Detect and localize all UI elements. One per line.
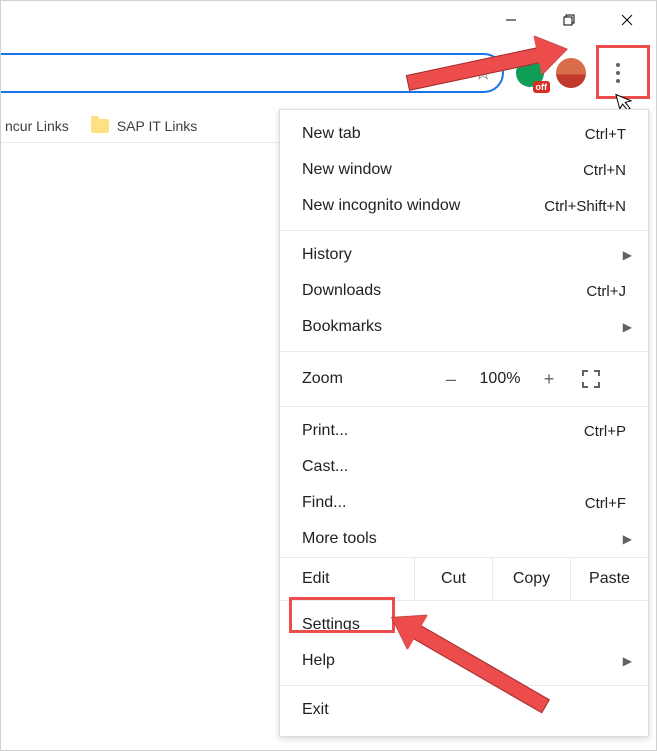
chevron-right-icon: ▶ [623,532,632,546]
bookmark-star-icon[interactable]: ☆ [474,61,492,86]
zoom-value: 100% [470,370,530,388]
edit-cut-button[interactable]: Cut [414,558,492,600]
menu-edit-row: Edit Cut Copy Paste [280,557,648,601]
menu-settings[interactable]: Settings [280,607,648,643]
menu-separator [280,351,648,352]
extension-badge: off [533,81,551,93]
menu-incognito[interactable]: New incognito window Ctrl+Shift+N [280,188,648,224]
address-bar[interactable]: ☆ [1,53,504,93]
zoom-out-button[interactable]: – [432,369,470,390]
fullscreen-icon[interactable] [582,370,600,388]
menu-separator [280,230,648,231]
zoom-in-button[interactable]: + [530,369,568,390]
chevron-right-icon: ▶ [623,320,632,334]
bookmarks-bar: ncur Links SAP IT Links [1,109,281,143]
edit-copy-button[interactable]: Copy [492,558,570,600]
profile-avatar[interactable] [556,58,586,88]
toolbar: ☆ off [1,51,646,95]
menu-separator [280,685,648,686]
bookmark-folder[interactable]: ncur Links [5,118,69,134]
menu-help[interactable]: Help ▶ [280,643,648,679]
close-button[interactable] [598,1,656,39]
menu-bookmarks[interactable]: Bookmarks ▶ [280,309,648,345]
bookmark-label: ncur Links [5,118,69,134]
menu-new-tab[interactable]: New tab Ctrl+T [280,116,648,152]
window-controls [482,1,656,39]
chrome-menu-button[interactable] [598,53,638,93]
menu-cast[interactable]: Cast... [280,449,648,485]
menu-downloads[interactable]: Downloads Ctrl+J [280,273,648,309]
chevron-right-icon: ▶ [623,248,632,262]
bookmark-folder[interactable]: SAP IT Links [91,118,197,134]
menu-more-tools[interactable]: More tools ▶ [280,521,648,557]
chrome-menu: New tab Ctrl+T New window Ctrl+N New inc… [279,109,649,737]
edit-paste-button[interactable]: Paste [570,558,648,600]
menu-exit[interactable]: Exit [280,692,648,728]
chevron-right-icon: ▶ [623,654,632,668]
folder-icon [91,119,109,133]
menu-new-window[interactable]: New window Ctrl+N [280,152,648,188]
menu-print[interactable]: Print... Ctrl+P [280,413,648,449]
bookmark-label: SAP IT Links [117,118,197,134]
minimize-button[interactable] [482,1,540,39]
menu-zoom: Zoom – 100% + [280,358,648,400]
menu-separator [280,406,648,407]
menu-history[interactable]: History ▶ [280,237,648,273]
menu-find[interactable]: Find... Ctrl+F [280,485,648,521]
extension-icon[interactable]: off [516,59,544,87]
maximize-button[interactable] [540,1,598,39]
